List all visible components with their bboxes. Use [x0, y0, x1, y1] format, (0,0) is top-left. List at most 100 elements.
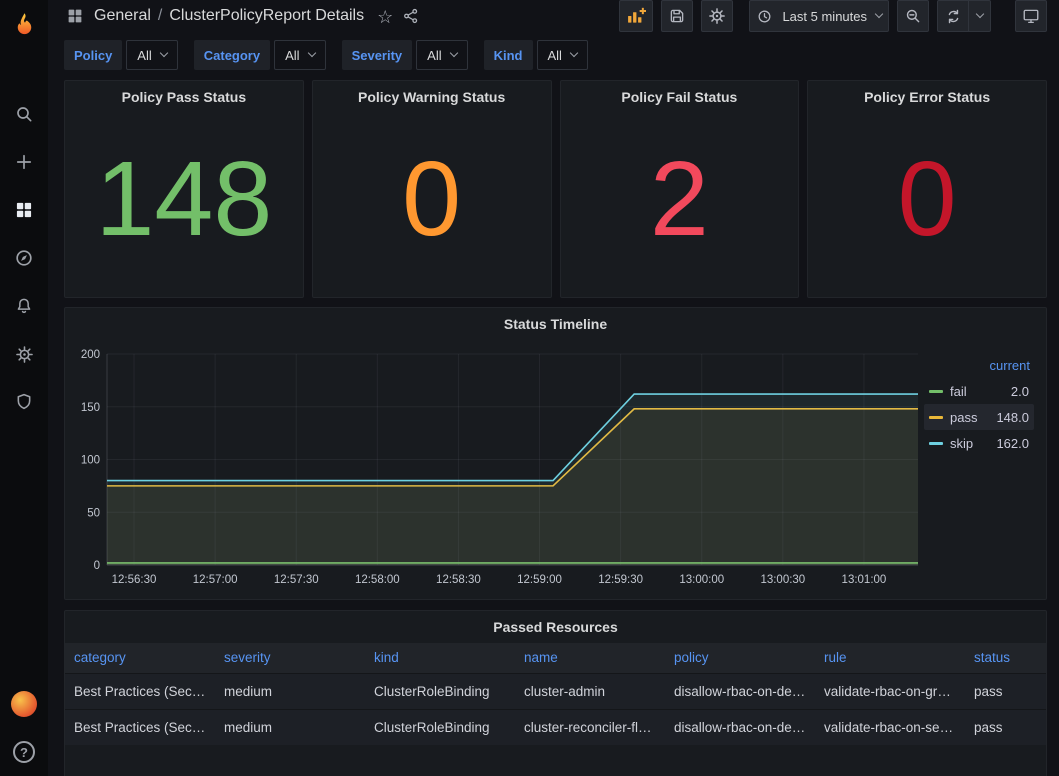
- clock-icon: [756, 8, 773, 25]
- legend-current-header: current: [924, 358, 1034, 374]
- panel-title[interactable]: Passed Resources: [65, 611, 1046, 643]
- sidebar-bottom: ?: [0, 680, 48, 776]
- column-header-name[interactable]: name: [515, 643, 665, 673]
- dashboard-content: Policy Pass Status 148 Policy Warning St…: [48, 80, 1059, 776]
- time-picker-button[interactable]: Last 5 minutes: [749, 0, 889, 32]
- user-avatar[interactable]: [11, 691, 37, 717]
- zoom-out-button[interactable]: [897, 0, 929, 32]
- variable-filters: Policy All Category All Severity All: [48, 32, 1059, 80]
- chevron-down-icon: [570, 49, 578, 57]
- dashboard-toolbar: Last 5 minutes: [619, 0, 1047, 32]
- stat-panels-row: Policy Pass Status 148 Policy Warning St…: [64, 80, 1047, 298]
- search-icon[interactable]: [0, 90, 48, 138]
- column-header-severity[interactable]: severity: [215, 643, 365, 673]
- settings-gear-icon: [708, 7, 726, 25]
- series-current-value: 162.0: [996, 436, 1029, 451]
- filter-label: Kind: [484, 40, 533, 70]
- filter-label: Category: [194, 40, 270, 70]
- breadcrumb-dashboard-title: ClusterPolicyReport Details: [169, 7, 364, 25]
- column-header-rule[interactable]: rule: [815, 643, 965, 673]
- timeline-chart[interactable]: 12:56:3012:57:0012:57:3012:58:0012:58:30…: [73, 340, 924, 593]
- cell-rule: validate-rbac-on-ser…: [815, 709, 965, 745]
- help-glyph: ?: [20, 745, 28, 760]
- cell-policy: disallow-rbac-on-de…: [665, 673, 815, 709]
- svg-text:12:58:30: 12:58:30: [436, 574, 481, 586]
- svg-text:13:00:30: 13:00:30: [760, 574, 805, 586]
- filter-severity: Severity All: [342, 40, 468, 70]
- panel-status-timeline: Status Timeline 12:56:3012:57:0012:57:30…: [64, 307, 1047, 600]
- breadcrumb-divider: /: [158, 7, 162, 25]
- refresh-interval-dropdown[interactable]: [969, 0, 991, 32]
- filter-selected-value: All: [285, 48, 299, 63]
- tv-mode-button[interactable]: [1015, 0, 1047, 32]
- svg-text:0: 0: [94, 560, 100, 572]
- filter-kind: Kind All: [484, 40, 588, 70]
- svg-text:12:59:30: 12:59:30: [598, 574, 643, 586]
- chart-row: 12:56:3012:57:0012:57:3012:58:0012:58:30…: [65, 340, 1046, 599]
- cell-rule: validate-rbac-on-gro…: [815, 673, 965, 709]
- filter-selected-value: All: [548, 48, 562, 63]
- column-header-category[interactable]: category: [65, 643, 215, 673]
- series-current-value: 148.0: [996, 410, 1029, 425]
- filter-value-dropdown[interactable]: All: [126, 40, 177, 70]
- panel-title[interactable]: Status Timeline: [65, 308, 1046, 340]
- cell-kind: ClusterRoleBinding: [365, 673, 515, 709]
- zoom-out-icon: [904, 7, 922, 25]
- time-range-label: Last 5 minutes: [780, 9, 869, 24]
- filter-label: Severity: [342, 40, 413, 70]
- column-header-kind[interactable]: kind: [365, 643, 515, 673]
- panel-policy-fail-status: Policy Fail Status 2: [560, 80, 800, 298]
- chart-legend: current fail 2.0 pass 148.0: [924, 340, 1040, 599]
- help-icon[interactable]: ?: [13, 741, 35, 763]
- grafana-flame-icon: [11, 11, 38, 38]
- explore-compass-icon[interactable]: [0, 234, 48, 282]
- monitor-icon: [1022, 7, 1040, 25]
- cell-severity: medium: [215, 673, 365, 709]
- share-icon[interactable]: [402, 7, 420, 25]
- filter-label: Policy: [64, 40, 122, 70]
- add-panel-button[interactable]: [619, 0, 653, 32]
- dashboard-settings-button[interactable]: [701, 0, 733, 32]
- server-admin-shield-icon[interactable]: [0, 378, 48, 426]
- apps-grid-icon: [66, 7, 84, 25]
- table-row: Best Practices (Sec… medium ClusterRoleB…: [65, 673, 1046, 709]
- cell-policy: disallow-rbac-on-de…: [665, 709, 815, 745]
- legend-item-fail[interactable]: fail 2.0: [924, 378, 1034, 404]
- save-dashboard-button[interactable]: [661, 0, 693, 32]
- stat-value: 148: [65, 101, 303, 297]
- topbar: General / ClusterPolicyReport Details ☆: [48, 0, 1059, 32]
- favorite-star-icon[interactable]: ☆: [377, 6, 393, 26]
- alerting-bell-icon[interactable]: [0, 282, 48, 330]
- series-swatch: [929, 390, 943, 393]
- stat-value: 0: [313, 101, 551, 297]
- chevron-down-icon: [307, 49, 315, 57]
- legend-item-pass[interactable]: pass 148.0: [924, 404, 1034, 430]
- sidebar-nav: [0, 90, 48, 426]
- grafana-app: ? General / ClusterPolicyReport Details …: [0, 0, 1059, 776]
- dashboards-icon[interactable]: [0, 186, 48, 234]
- filter-value-dropdown[interactable]: All: [537, 40, 588, 70]
- legend-item-skip[interactable]: skip 162.0: [924, 430, 1034, 456]
- chevron-down-icon: [160, 49, 168, 57]
- panel-policy-pass-status: Policy Pass Status 148: [64, 80, 304, 298]
- filter-selected-value: All: [427, 48, 441, 63]
- refresh-button[interactable]: [937, 0, 969, 32]
- filter-value-dropdown[interactable]: All: [274, 40, 325, 70]
- filter-category: Category All: [194, 40, 326, 70]
- add-panel-icon: [626, 6, 646, 26]
- configuration-gear-icon[interactable]: [0, 330, 48, 378]
- grafana-logo[interactable]: [0, 0, 48, 48]
- create-plus-icon[interactable]: [0, 138, 48, 186]
- series-swatch: [929, 416, 943, 419]
- svg-text:12:59:00: 12:59:00: [517, 574, 562, 586]
- breadcrumb-folder[interactable]: General: [94, 7, 151, 25]
- column-header-policy[interactable]: policy: [665, 643, 815, 673]
- save-icon: [668, 7, 686, 25]
- series-name: pass: [950, 410, 977, 425]
- filter-value-dropdown[interactable]: All: [416, 40, 467, 70]
- sidebar: ?: [0, 0, 48, 776]
- cell-kind: ClusterRoleBinding: [365, 709, 515, 745]
- svg-text:12:58:00: 12:58:00: [355, 574, 400, 586]
- column-header-status[interactable]: status: [965, 643, 1046, 673]
- chevron-down-icon: [975, 10, 983, 18]
